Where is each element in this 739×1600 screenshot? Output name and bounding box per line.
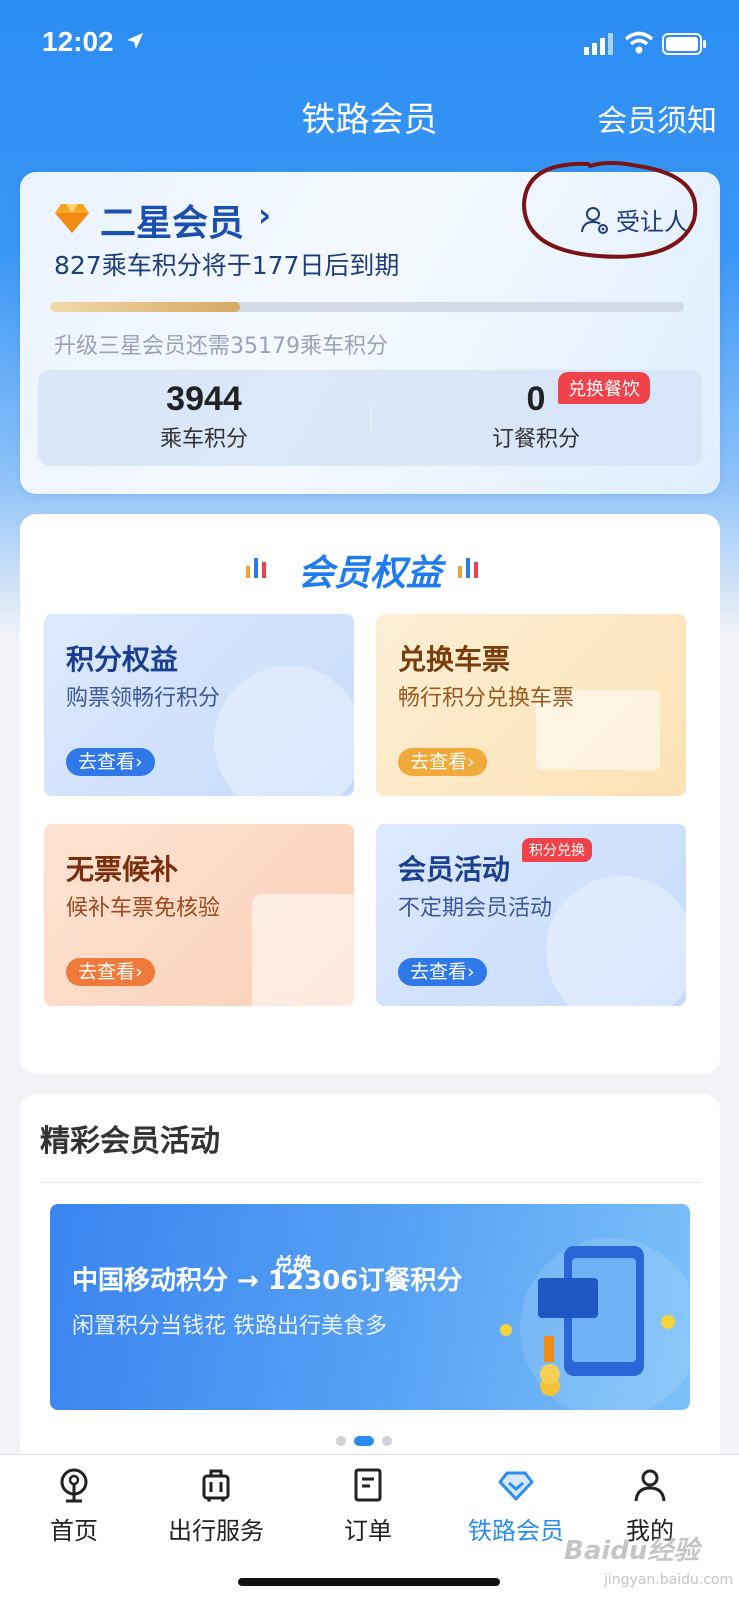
divider <box>40 1182 700 1183</box>
chevron-right-icon[interactable]: › <box>258 196 271 234</box>
benefits-title: 会员权益 <box>297 553 442 594</box>
luggage-icon <box>202 1469 230 1502</box>
points-summary: 3944 乘车积分 0 订餐积分 兑换餐饮 <box>38 370 702 466</box>
phone-illustration-icon <box>252 894 354 1006</box>
status-time: 12:02 <box>42 26 114 57</box>
member-notice-link[interactable]: 会员须知 <box>597 96 717 140</box>
activities-title: 精彩会员活动 <box>40 1124 220 1159</box>
railway-logo-icon <box>60 1468 88 1503</box>
tab-label: 订单 <box>344 1517 392 1545</box>
tile-subtitle: 不定期会员活动 <box>398 896 553 921</box>
status-bar: 12:02 <box>0 0 739 88</box>
points-exchange-badge: 积分兑换 <box>522 838 592 862</box>
tab-orders[interactable]: 订单 <box>294 1467 442 1546</box>
member-benefits-section: 会员权益 积分权益 购票领畅行积分 去查看› 兑换车票 畅行积分兑换车票 去查看… <box>20 514 720 1074</box>
ride-points-value: 3944 <box>166 380 242 418</box>
tile-subtitle: 候补车票免核验 <box>66 896 221 921</box>
person-icon <box>634 1469 666 1502</box>
tile-subtitle: 购票领畅行积分 <box>66 686 221 711</box>
order-list-icon <box>354 1468 382 1502</box>
meal-points[interactable]: 0 订餐积分 <box>370 380 702 453</box>
member-activities-section: 精彩会员活动 兑换 中国移动积分 → 12306订餐积分 闲置积分当钱花 铁路出… <box>20 1094 720 1454</box>
meal-points-label: 订餐积分 <box>491 427 580 452</box>
tab-travel-services[interactable]: 出行服务 <box>142 1467 290 1546</box>
ride-points[interactable]: 3944 乘车积分 <box>38 380 370 453</box>
home-indicator[interactable] <box>238 1578 500 1586</box>
view-button[interactable]: 去查看› <box>398 748 487 776</box>
railway-logo-icon <box>214 666 354 796</box>
location-arrow-icon <box>126 32 144 50</box>
tile-title: 积分权益 <box>66 643 179 676</box>
carousel-dot[interactable] <box>382 1436 392 1446</box>
member-level[interactable]: 二星会员 <box>100 194 244 246</box>
benefit-tile-ticket-exchange[interactable]: 兑换车票 畅行积分兑换车票 去查看› <box>376 614 686 796</box>
level-progress-bar <box>50 302 684 312</box>
view-button[interactable]: 去查看› <box>398 958 487 986</box>
carousel-dot[interactable] <box>336 1436 346 1446</box>
annotation-circle-icon <box>521 161 698 259</box>
money-bag-icon <box>546 876 686 1006</box>
benefit-tile-waitlist[interactable]: 无票候补 候补车票免核验 去查看› <box>44 824 354 1006</box>
tab-label: 首页 <box>50 1517 98 1545</box>
phone-coins-illustration-icon <box>500 1238 690 1410</box>
level-progress-fill <box>50 302 241 312</box>
battery-icon <box>662 33 706 55</box>
baidu-watermark: Baidu经验 <box>564 1536 700 1566</box>
tab-home[interactable]: 首页 <box>0 1467 148 1546</box>
exchange-meal-badge[interactable]: 兑换餐饮 <box>558 372 650 404</box>
upgrade-notice: 升级三星会员还需35179乘车积分 <box>54 334 388 359</box>
wifi-icon <box>624 31 654 54</box>
tile-title: 兑换车票 <box>398 643 511 676</box>
view-button[interactable]: 去查看› <box>66 748 155 776</box>
promo-banner[interactable]: 兑换 中国移动积分 → 12306订餐积分 闲置积分当钱花 铁路出行美食多 <box>50 1204 690 1410</box>
tile-title: 无票候补 <box>66 853 179 886</box>
cellular-signal-icon <box>584 33 613 55</box>
decorative-bars-icon <box>458 558 478 578</box>
view-button[interactable]: 去查看› <box>66 958 155 986</box>
tile-title: 会员活动 <box>398 853 511 886</box>
tab-label: 出行服务 <box>168 1517 264 1545</box>
tile-subtitle: 畅行积分兑换车票 <box>398 686 575 711</box>
meal-points-value: 0 <box>526 380 546 418</box>
carousel-indicator[interactable] <box>336 1436 392 1446</box>
diamond-icon <box>498 1471 534 1501</box>
banner-title: 中国移动积分 → 12306订餐积分 <box>72 1266 463 1296</box>
benefit-tile-activities[interactable]: 积分兑换 会员活动 不定期会员活动 去查看› <box>376 824 686 1006</box>
baidu-watermark-url: jingyan.baidu.com <box>604 1572 734 1588</box>
carousel-dot-active[interactable] <box>354 1436 374 1446</box>
ride-points-label: 乘车积分 <box>159 427 248 452</box>
benefit-tile-points[interactable]: 积分权益 购票领畅行积分 去查看› <box>44 614 354 796</box>
banner-subtitle: 闲置积分当钱花 铁路出行美食多 <box>72 1314 387 1339</box>
gem-icon <box>55 204 89 233</box>
points-expiry-notice: 827乘车积分将于177日后到期 <box>54 251 400 280</box>
